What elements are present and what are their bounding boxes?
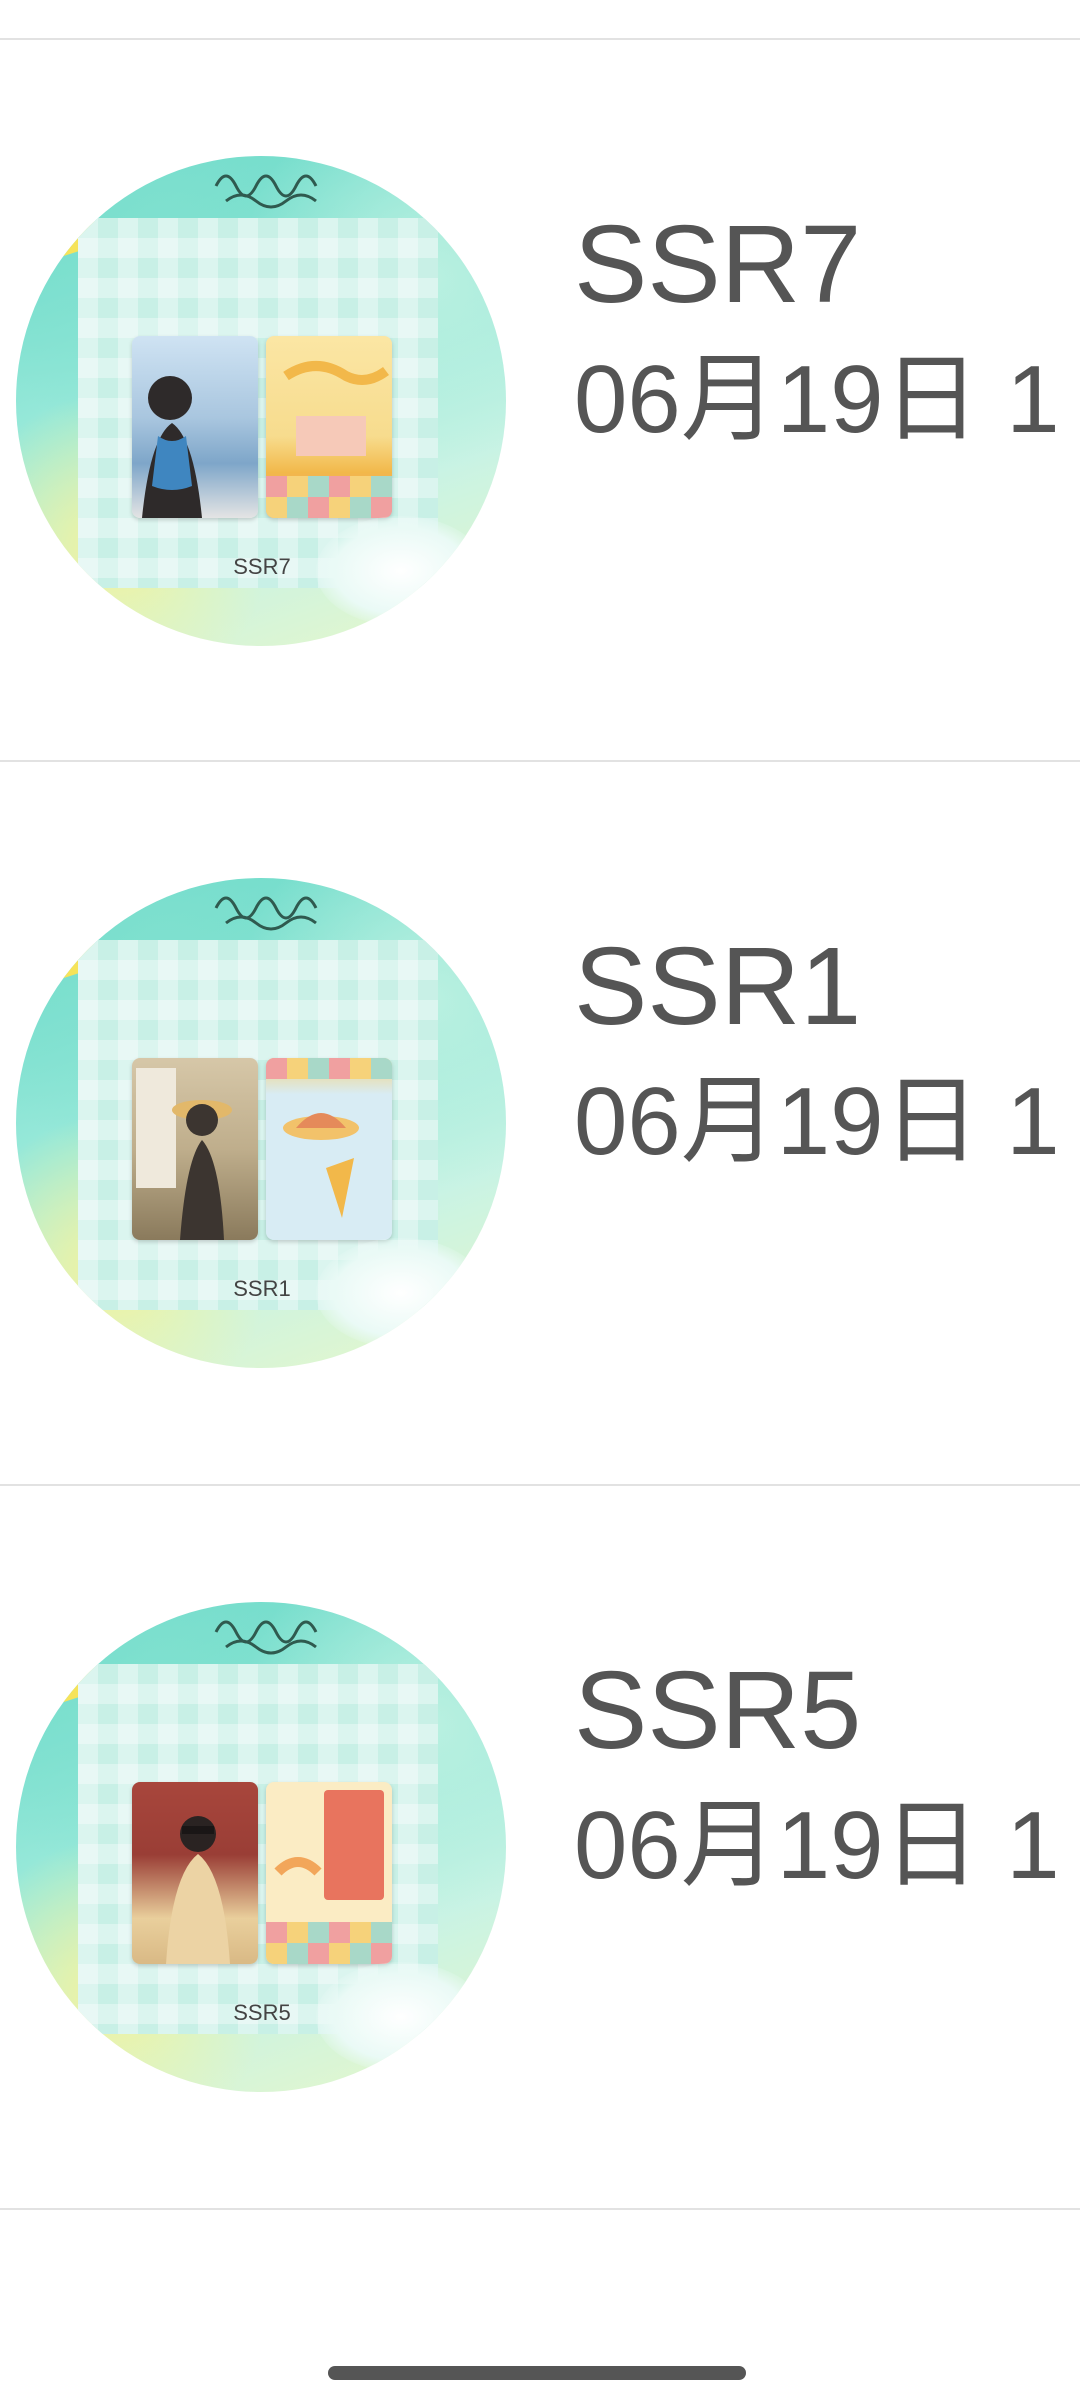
item-thumbnail: SSR1	[16, 878, 506, 1368]
illustration-art-icon	[266, 1058, 392, 1218]
item-date: 06月19日 1	[574, 346, 1060, 453]
portrait-silhouette-icon	[166, 1816, 230, 1964]
handwriting-scribble-icon	[214, 896, 318, 931]
photo-card	[132, 1058, 258, 1240]
item-title: SSR1	[574, 925, 862, 1048]
bunny-sticker-icon	[316, 1962, 486, 2072]
item-divider	[0, 2208, 1080, 2210]
list-item-ssr1[interactable]: SSR1 SSR1 06月19日 1	[0, 762, 1080, 1482]
item-title: SSR5	[574, 1649, 862, 1772]
list-item-ssr7[interactable]: SSR7 SSR7 06月19日 1	[0, 40, 1080, 760]
item-date: 06月19日 1	[574, 1792, 1060, 1899]
photo-card	[132, 336, 258, 518]
item-date: 06月19日 1	[574, 1068, 1060, 1175]
item-title: SSR7	[574, 203, 862, 326]
handwriting-scribble-icon	[214, 174, 318, 209]
art-card	[266, 1782, 392, 1964]
bunny-sticker-icon	[316, 516, 486, 626]
illustration-art-icon	[266, 361, 392, 518]
art-card	[266, 1058, 392, 1240]
photo-card	[132, 1782, 258, 1964]
item-thumbnail: SSR5	[16, 1602, 506, 2092]
bunny-sticker-icon	[316, 1238, 486, 1348]
art-card	[266, 336, 392, 518]
illustration-art-icon	[266, 1790, 392, 1964]
handwriting-scribble-icon	[214, 1620, 318, 1655]
portrait-silhouette-icon	[142, 376, 202, 518]
home-indicator[interactable]	[328, 2366, 746, 2380]
portrait-silhouette-icon	[136, 1068, 232, 1240]
list-item-ssr5[interactable]: SSR5 SSR5 06月19日 1	[0, 1486, 1080, 2206]
item-thumbnail: SSR7	[16, 156, 506, 646]
